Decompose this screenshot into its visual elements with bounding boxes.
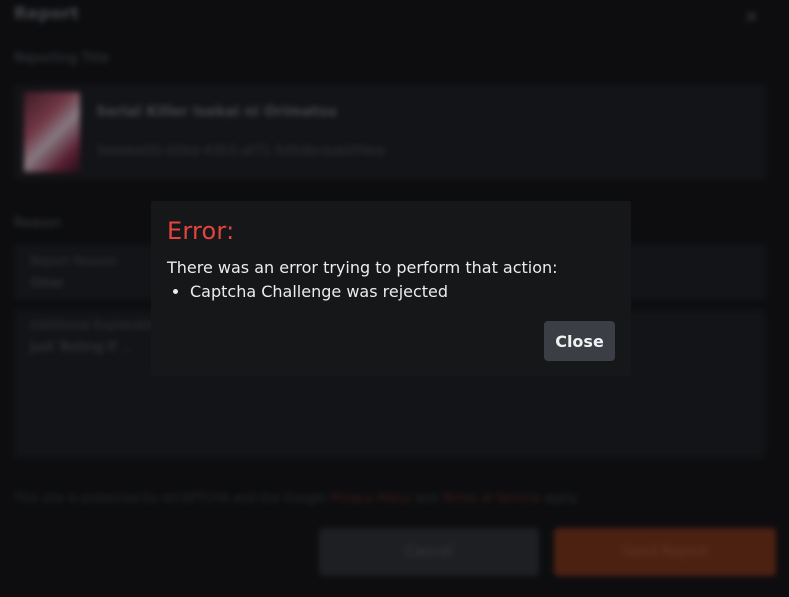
error-message: There was an error trying to perform tha… bbox=[167, 258, 558, 277]
error-title: Error: bbox=[167, 217, 235, 245]
error-list-item: Captcha Challenge was rejected bbox=[190, 282, 448, 301]
close-button[interactable]: Close bbox=[544, 321, 615, 361]
error-dialog: Error: There was an error trying to perf… bbox=[151, 201, 631, 376]
error-list: Captcha Challenge was rejected bbox=[167, 282, 448, 301]
